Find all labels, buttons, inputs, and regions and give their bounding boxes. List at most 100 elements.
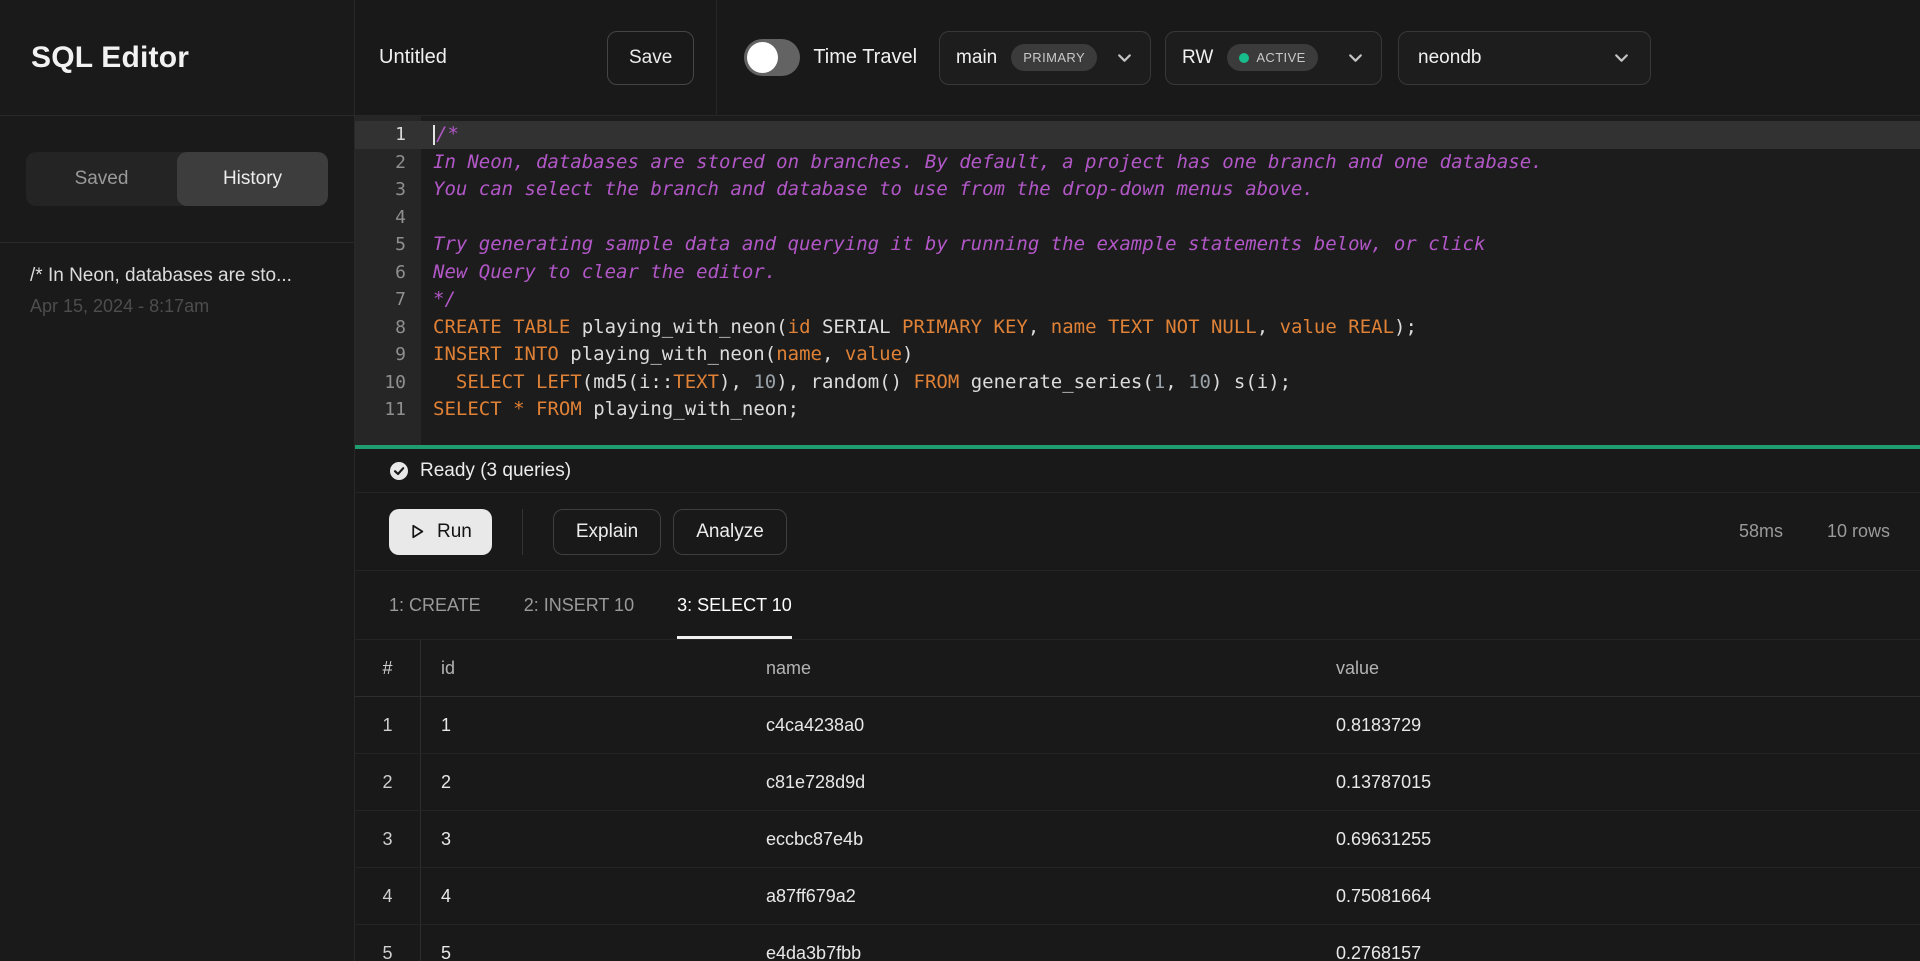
result-tab-3[interactable]: 3: SELECT 10 bbox=[677, 571, 792, 639]
code-text: SELECT LEFT(md5(i::TEXT), 10), random() … bbox=[421, 369, 1291, 397]
time-travel-toggle[interactable] bbox=[744, 39, 800, 76]
query-name[interactable]: Untitled bbox=[379, 46, 475, 69]
code-token bbox=[1337, 316, 1348, 338]
code-line: 3You can select the branch and database … bbox=[355, 176, 1920, 204]
code-token: generate_series( bbox=[959, 371, 1153, 393]
result-tab-1[interactable]: 1: CREATE bbox=[389, 571, 481, 639]
history-item[interactable]: /* In Neon, databases are sto...Apr 15, … bbox=[0, 243, 354, 339]
code-token: ) bbox=[902, 343, 913, 365]
status-text: Ready (3 queries) bbox=[420, 460, 571, 482]
history-snippet: /* In Neon, databases are sto... bbox=[30, 265, 324, 287]
code-token bbox=[433, 371, 456, 393]
code-line: 1/* bbox=[355, 121, 1920, 149]
page-title: SQL Editor bbox=[31, 41, 189, 75]
code-token bbox=[525, 398, 536, 420]
topbar-divider bbox=[716, 0, 717, 116]
table-cell: 0.75081664 bbox=[1316, 886, 1920, 907]
table-header-row: #idnamevalue bbox=[355, 640, 1920, 697]
code-token: SELECT bbox=[433, 398, 502, 420]
code-token: ); bbox=[1394, 316, 1417, 338]
column-header-id: id bbox=[421, 658, 746, 679]
code-text: Try generating sample data and querying … bbox=[421, 231, 1485, 259]
code-area: 1/*2 In Neon, databases are stored on bra… bbox=[355, 121, 1920, 424]
line-number: 9 bbox=[355, 341, 421, 369]
time-travel-label: Time Travel bbox=[813, 46, 917, 69]
table-cell: 2 bbox=[355, 754, 421, 810]
analyze-button[interactable]: Analyze bbox=[673, 509, 787, 555]
code-editor[interactable]: 1/*2 In Neon, databases are stored on bra… bbox=[355, 116, 1920, 445]
status-badge: ACTIVE bbox=[1227, 44, 1317, 71]
table-cell: c81e728d9d bbox=[746, 772, 1316, 793]
database-dropdown[interactable]: neondb bbox=[1398, 31, 1651, 85]
table-cell: 0.69631255 bbox=[1316, 829, 1920, 850]
code-text: CREATE TABLE playing_with_neon(id SERIAL… bbox=[421, 314, 1417, 342]
branch-dropdown[interactable]: main PRIMARY bbox=[939, 31, 1151, 85]
code-token: name bbox=[1051, 316, 1097, 338]
save-button[interactable]: Save bbox=[607, 31, 694, 85]
compute-dropdown[interactable]: RW ACTIVE bbox=[1165, 31, 1382, 85]
table-cell: 0.2768157 bbox=[1316, 943, 1920, 961]
code-line: 8CREATE TABLE playing_with_neon(id SERIA… bbox=[355, 314, 1920, 342]
topbar: Untitled Save Time Travel main PRIMARY R… bbox=[355, 0, 1920, 116]
table-cell: 4 bbox=[421, 886, 746, 907]
table-cell: 5 bbox=[355, 925, 421, 961]
endpoint-label: RW bbox=[1182, 47, 1213, 69]
code-token: */ bbox=[433, 288, 456, 310]
table-row[interactable]: 11c4ca4238a00.8183729 bbox=[355, 697, 1920, 754]
code-token: LEFT bbox=[536, 371, 582, 393]
code-text bbox=[421, 204, 433, 232]
column-header-name: name bbox=[746, 658, 1316, 679]
code-token: SERIAL bbox=[811, 316, 903, 338]
sidebar: SQL Editor SavedHistory /* In Neon, data… bbox=[0, 0, 355, 961]
line-number: 3 bbox=[355, 176, 421, 204]
code-line: 4 bbox=[355, 204, 1920, 232]
line-number: 1 bbox=[355, 121, 421, 149]
sidebar-tab-saved[interactable]: Saved bbox=[26, 152, 177, 206]
table-cell: a87ff679a2 bbox=[746, 886, 1316, 907]
table-cell: 1 bbox=[421, 715, 746, 736]
result-tab-2[interactable]: 2: INSERT 10 bbox=[524, 571, 634, 639]
database-name: neondb bbox=[1418, 47, 1481, 69]
query-row-count: 10 rows bbox=[1827, 521, 1890, 542]
chevron-down-icon bbox=[1612, 48, 1631, 67]
code-line: 5Try generating sample data and querying… bbox=[355, 231, 1920, 259]
query-duration: 58ms bbox=[1739, 521, 1783, 542]
sidebar-tab-history[interactable]: History bbox=[177, 152, 328, 206]
table-cell: 4 bbox=[355, 868, 421, 924]
code-token bbox=[502, 398, 513, 420]
column-header-num: # bbox=[355, 640, 421, 696]
code-token: name bbox=[776, 343, 822, 365]
code-text: /* bbox=[421, 121, 459, 149]
code-token: playing_with_neon; bbox=[582, 398, 799, 420]
code-token: INSERT INTO bbox=[433, 343, 559, 365]
code-line: 11SELECT * FROM playing_with_neon; bbox=[355, 396, 1920, 424]
saved-history-switcher: SavedHistory bbox=[0, 116, 354, 243]
line-number: 4 bbox=[355, 204, 421, 232]
code-token: CREATE TABLE bbox=[433, 316, 570, 338]
code-text: In Neon, databases are stored on branche… bbox=[421, 149, 1543, 177]
code-token: In Neon, databases are stored on branche… bbox=[433, 151, 1543, 173]
code-token bbox=[525, 371, 536, 393]
code-token: SELECT bbox=[456, 371, 525, 393]
code-line: 6New Query to clear the editor. bbox=[355, 259, 1920, 287]
actions-divider bbox=[522, 509, 523, 555]
main-panel: Untitled Save Time Travel main PRIMARY R… bbox=[355, 0, 1920, 961]
chevron-down-icon bbox=[1115, 48, 1134, 67]
code-token: playing_with_neon( bbox=[570, 316, 787, 338]
run-button[interactable]: Run bbox=[389, 509, 492, 555]
table-row[interactable]: 44a87ff679a20.75081664 bbox=[355, 868, 1920, 925]
table-row[interactable]: 22c81e728d9d0.13787015 bbox=[355, 754, 1920, 811]
line-number: 2 bbox=[355, 149, 421, 177]
table-row[interactable]: 55e4da3b7fbb0.2768157 bbox=[355, 925, 1920, 961]
code-token: FROM bbox=[536, 398, 582, 420]
code-token: playing_with_neon( bbox=[559, 343, 776, 365]
explain-button[interactable]: Explain bbox=[553, 509, 661, 555]
toggle-knob-icon bbox=[747, 42, 778, 73]
table-row[interactable]: 33eccbc87e4b0.69631255 bbox=[355, 811, 1920, 868]
table-cell: 3 bbox=[355, 811, 421, 867]
code-token bbox=[1154, 316, 1165, 338]
check-circle-icon bbox=[389, 461, 409, 481]
line-number: 7 bbox=[355, 286, 421, 314]
code-token: ) s(i); bbox=[1211, 371, 1291, 393]
code-token: , bbox=[1257, 316, 1280, 338]
